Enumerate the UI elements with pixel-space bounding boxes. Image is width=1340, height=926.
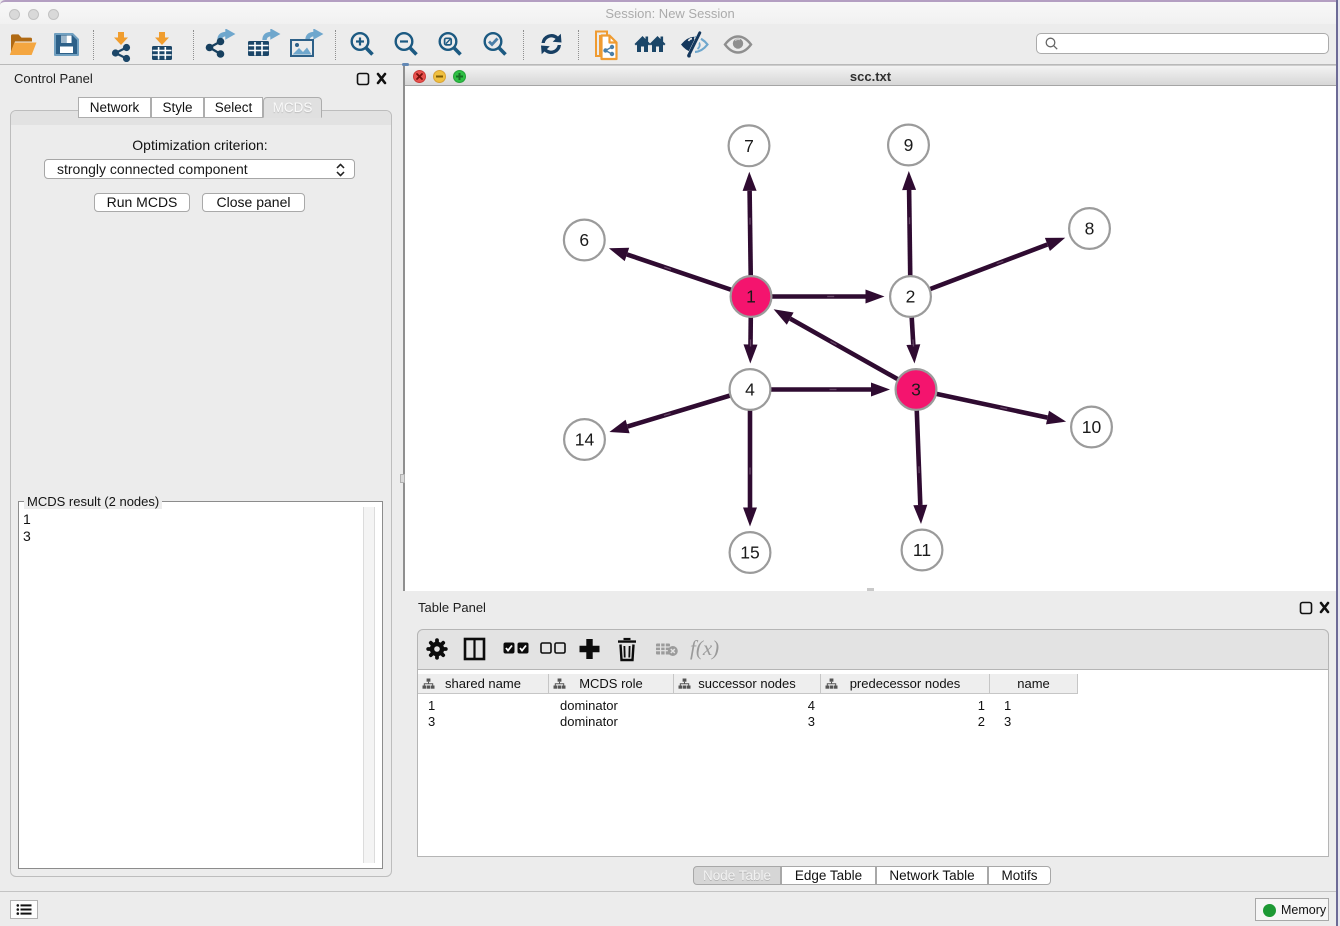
svg-text:6: 6 bbox=[579, 230, 589, 250]
svg-text:2: 2 bbox=[906, 287, 916, 307]
svg-text:8: 8 bbox=[1085, 219, 1095, 239]
svg-text:4: 4 bbox=[745, 380, 755, 400]
svg-text:1: 1 bbox=[746, 287, 756, 307]
svg-text:15: 15 bbox=[740, 543, 759, 563]
svg-text:14: 14 bbox=[575, 430, 595, 450]
svg-text:10: 10 bbox=[1082, 417, 1102, 437]
svg-text:11: 11 bbox=[913, 540, 931, 560]
svg-text:9: 9 bbox=[904, 135, 914, 155]
svg-text:3: 3 bbox=[911, 380, 921, 400]
svg-text:7: 7 bbox=[744, 136, 754, 156]
